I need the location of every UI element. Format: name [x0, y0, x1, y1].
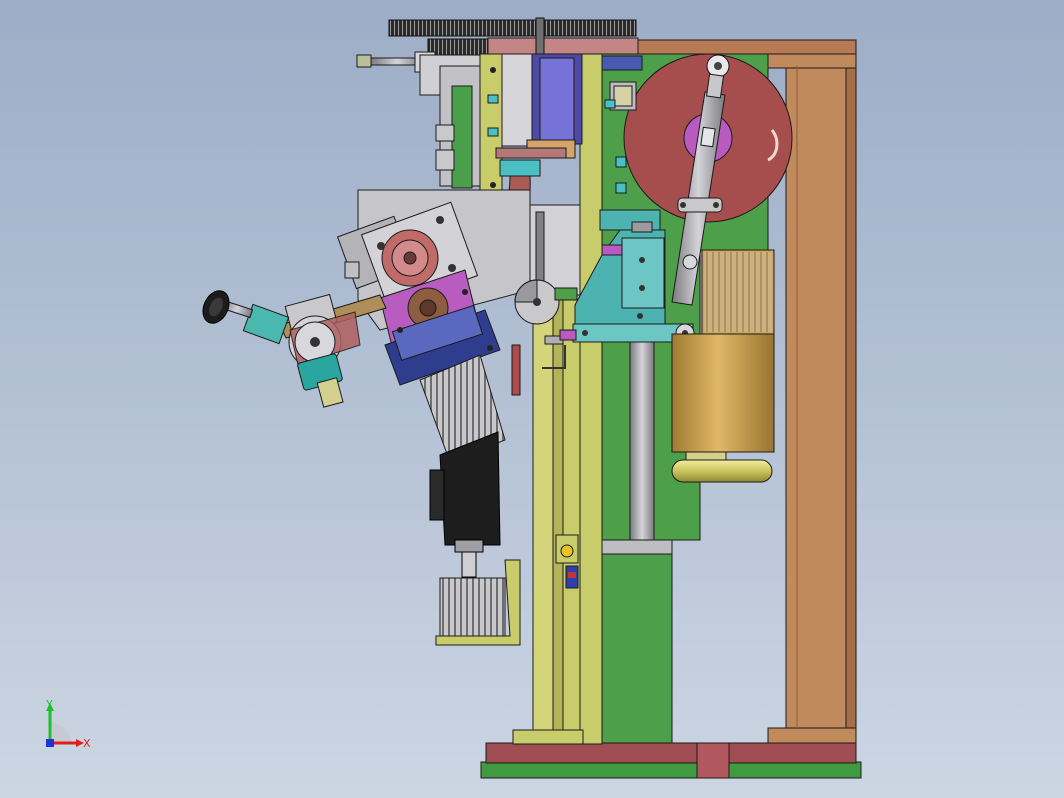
angled-actuator[interactable]	[419, 354, 506, 578]
yellow-handle-tube[interactable]	[671, 459, 773, 483]
axis-triad: Y X	[45, 698, 91, 750]
base-plate[interactable]	[480, 742, 862, 779]
assembly-model[interactable]: Y X	[0, 0, 1064, 798]
adjustment-arm[interactable]	[220, 293, 387, 408]
z-axis-icon	[46, 739, 54, 747]
y-axis-label: Y	[45, 698, 53, 711]
cad-viewport[interactable]: Y X	[0, 0, 1064, 798]
top-gear-rack[interactable]	[388, 17, 639, 56]
x-axis-label: X	[83, 737, 91, 750]
lower-finned-block[interactable]	[435, 559, 521, 646]
knurled-knob-icon[interactable]	[198, 287, 234, 328]
